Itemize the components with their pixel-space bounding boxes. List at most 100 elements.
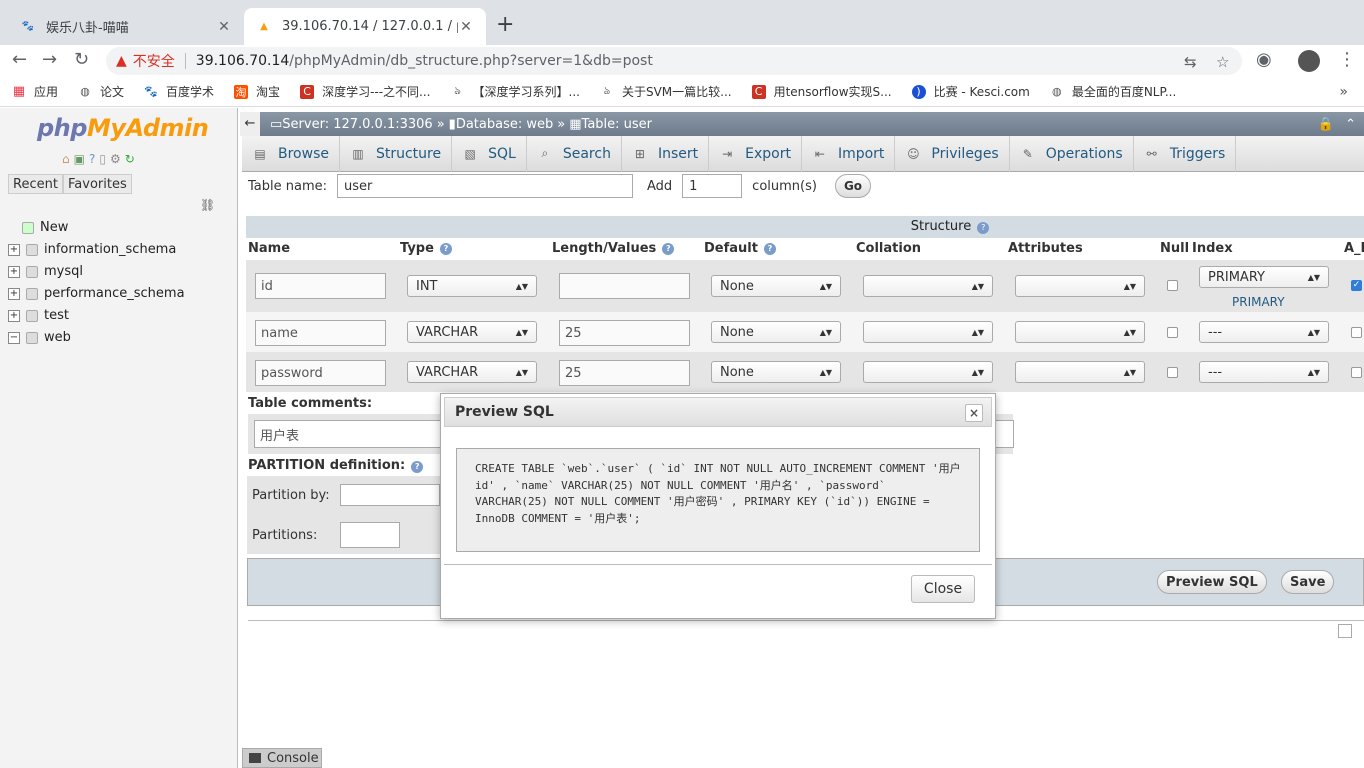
reload-icon[interactable]: ↻ xyxy=(125,152,135,166)
collation-select[interactable]: ▲▼ xyxy=(863,321,993,343)
bookmark-item[interactable]: 淘淘宝 xyxy=(234,83,280,100)
attributes-select[interactable]: ▲▼ xyxy=(1015,321,1145,343)
collapse-icon[interactable]: ⌃ xyxy=(1345,117,1356,132)
bookmark-item[interactable]: ) 比赛 - Kesci.com xyxy=(911,83,1030,100)
favorites-tab[interactable]: Favorites xyxy=(63,174,132,194)
default-select[interactable]: None ▲▼ xyxy=(711,275,841,297)
index-note[interactable]: PRIMARY xyxy=(1232,295,1285,309)
null-checkbox[interactable] xyxy=(1167,327,1178,338)
bookmarks-overflow-icon[interactable]: » xyxy=(1339,84,1348,100)
logout-icon[interactable]: ▣ xyxy=(74,152,85,166)
bookmark-item[interactable]: ◍ 论文 xyxy=(78,83,124,100)
collation-select[interactable]: ▲▼ xyxy=(863,275,993,297)
breadcrumb-table[interactable]: Table: user xyxy=(582,117,652,132)
forward-arrow-icon[interactable]: → xyxy=(42,49,57,70)
back-arrow-icon[interactable]: ← xyxy=(240,112,260,136)
bookmark-star-icon[interactable]: ☆ xyxy=(1216,53,1229,71)
help-icon[interactable]: ? xyxy=(89,152,95,166)
phpmyadmin-logo[interactable]: phpMyAdmin xyxy=(37,114,209,142)
breadcrumb-database[interactable]: Database: web xyxy=(456,117,553,132)
collation-select[interactable]: ▲▼ xyxy=(863,361,993,383)
link-icon[interactable]: ⛓ xyxy=(200,198,215,212)
translate-icon[interactable]: ⇆ xyxy=(1184,53,1197,71)
tree-item-database[interactable]: + information_schema xyxy=(8,242,176,257)
tab-triggers[interactable]: ⚯ Triggers xyxy=(1134,135,1237,172)
column-name-input[interactable]: id xyxy=(255,273,386,299)
add-columns-input[interactable]: 1 xyxy=(682,174,743,198)
save-button[interactable]: Save xyxy=(1281,570,1335,594)
close-tab-icon[interactable]: ✕ xyxy=(458,19,474,35)
help-icon[interactable]: ? xyxy=(439,242,452,255)
reload-icon[interactable]: ↻ xyxy=(74,49,89,70)
attributes-select[interactable]: ▲▼ xyxy=(1015,361,1145,383)
auto-increment-checkbox[interactable] xyxy=(1351,327,1362,338)
avatar[interactable] xyxy=(1298,50,1320,72)
index-select[interactable]: PRIMARY ▲▼ xyxy=(1199,266,1329,288)
index-select[interactable]: --- ▲▼ xyxy=(1199,321,1329,343)
partitions-input[interactable] xyxy=(340,522,400,548)
tree-item-new[interactable]: New xyxy=(22,220,68,235)
bookmark-item[interactable]: ঌ 【深度学习系列】... xyxy=(451,83,580,100)
preview-sql-button[interactable]: Preview SQL xyxy=(1157,570,1267,594)
tree-item-database[interactable]: + test xyxy=(8,308,69,323)
gear-icon[interactable]: ⚙ xyxy=(110,152,121,166)
browser-tab[interactable]: 🐾 娱乐八卦-喵喵 ✕ xyxy=(8,8,244,45)
type-select[interactable]: VARCHAR ▲▼ xyxy=(407,321,537,343)
tree-item-database[interactable]: − web xyxy=(8,330,71,345)
bookmark-item[interactable]: 🐾 百度学术 xyxy=(144,83,214,100)
close-icon[interactable]: × xyxy=(965,404,983,422)
index-select[interactable]: --- ▲▼ xyxy=(1199,361,1329,383)
bookmark-item[interactable]: ▦ 应用 xyxy=(12,83,58,100)
help-icon[interactable]: ? xyxy=(977,222,990,234)
close-tab-icon[interactable]: ✕ xyxy=(216,19,232,35)
go-button[interactable]: Go xyxy=(834,174,872,198)
length-input[interactable]: 25 xyxy=(559,360,690,386)
tree-item-database[interactable]: + mysql xyxy=(8,264,83,279)
length-input[interactable] xyxy=(559,273,690,299)
bookmark-item[interactable]: C 用tensorflow实现S... xyxy=(751,83,892,100)
null-checkbox[interactable] xyxy=(1167,367,1178,378)
tab-import[interactable]: ⇤ Import xyxy=(802,135,896,172)
docs-icon[interactable]: ▯ xyxy=(99,152,106,166)
close-button[interactable]: Close xyxy=(911,575,975,603)
browser-tab-active[interactable]: ▲ 39.106.70.14 / 127.0.0.1 / post | ✕ xyxy=(244,8,486,45)
address-bar[interactable]: ▲ 不安全 39.106.70.14 /phpMyAdmin/db_struct… xyxy=(106,47,1242,75)
menu-dots-icon[interactable]: ⋮ xyxy=(1338,49,1356,70)
expand-icon[interactable]: + xyxy=(8,309,20,322)
tab-insert[interactable]: ⊞ Insert xyxy=(622,135,710,172)
extension-icon[interactable]: ◉ xyxy=(1256,49,1272,70)
default-select[interactable]: None ▲▼ xyxy=(711,361,841,383)
tab-privileges[interactable]: ☺ Privileges xyxy=(895,135,1010,172)
sticky-note-icon[interactable] xyxy=(1338,624,1352,638)
column-name-input[interactable]: password xyxy=(255,360,386,386)
back-arrow-icon[interactable]: ← xyxy=(12,49,27,70)
partition-by-select[interactable] xyxy=(340,484,440,506)
null-checkbox[interactable] xyxy=(1167,280,1178,291)
column-name-input[interactable]: name xyxy=(255,320,386,346)
breadcrumb-server[interactable]: Server: 127.0.0.1:3306 xyxy=(282,117,432,132)
tree-item-database[interactable]: + performance_schema xyxy=(8,286,185,301)
help-icon[interactable]: ? xyxy=(763,242,776,255)
expand-icon[interactable]: + xyxy=(8,265,20,278)
tab-sql[interactable]: ▧ SQL xyxy=(452,135,527,172)
bookmark-item[interactable]: ◍ 最全面的百度NLP... xyxy=(1050,83,1176,100)
attributes-select[interactable]: ▲▼ xyxy=(1015,275,1145,297)
expand-icon[interactable]: + xyxy=(8,243,20,256)
help-icon[interactable]: ? xyxy=(411,461,424,473)
length-input[interactable]: 25 xyxy=(559,320,690,346)
lock-icon[interactable]: 🔒 xyxy=(1318,117,1334,132)
home-icon[interactable]: ⌂ xyxy=(62,152,70,166)
expand-icon[interactable]: + xyxy=(8,287,20,300)
bookmark-item[interactable]: ঌ 关于SVM一篇比较... xyxy=(600,83,732,100)
type-select[interactable]: INT ▲▼ xyxy=(407,275,537,297)
help-icon[interactable]: ? xyxy=(662,242,675,255)
console-tab[interactable]: Console xyxy=(242,748,322,768)
tab-browse[interactable]: ▤ Browse xyxy=(242,135,340,172)
bookmark-item[interactable]: C 深度学习---之不同... xyxy=(300,83,431,100)
tab-search[interactable]: ⌕ Search xyxy=(527,135,622,172)
dialog-titlebar[interactable]: Preview SQL × xyxy=(444,397,992,427)
default-select[interactable]: None ▲▼ xyxy=(711,321,841,343)
collapse-icon[interactable]: − xyxy=(8,331,20,344)
tab-operations[interactable]: ✎ Operations xyxy=(1010,135,1134,172)
new-tab-icon[interactable]: + xyxy=(496,12,514,37)
